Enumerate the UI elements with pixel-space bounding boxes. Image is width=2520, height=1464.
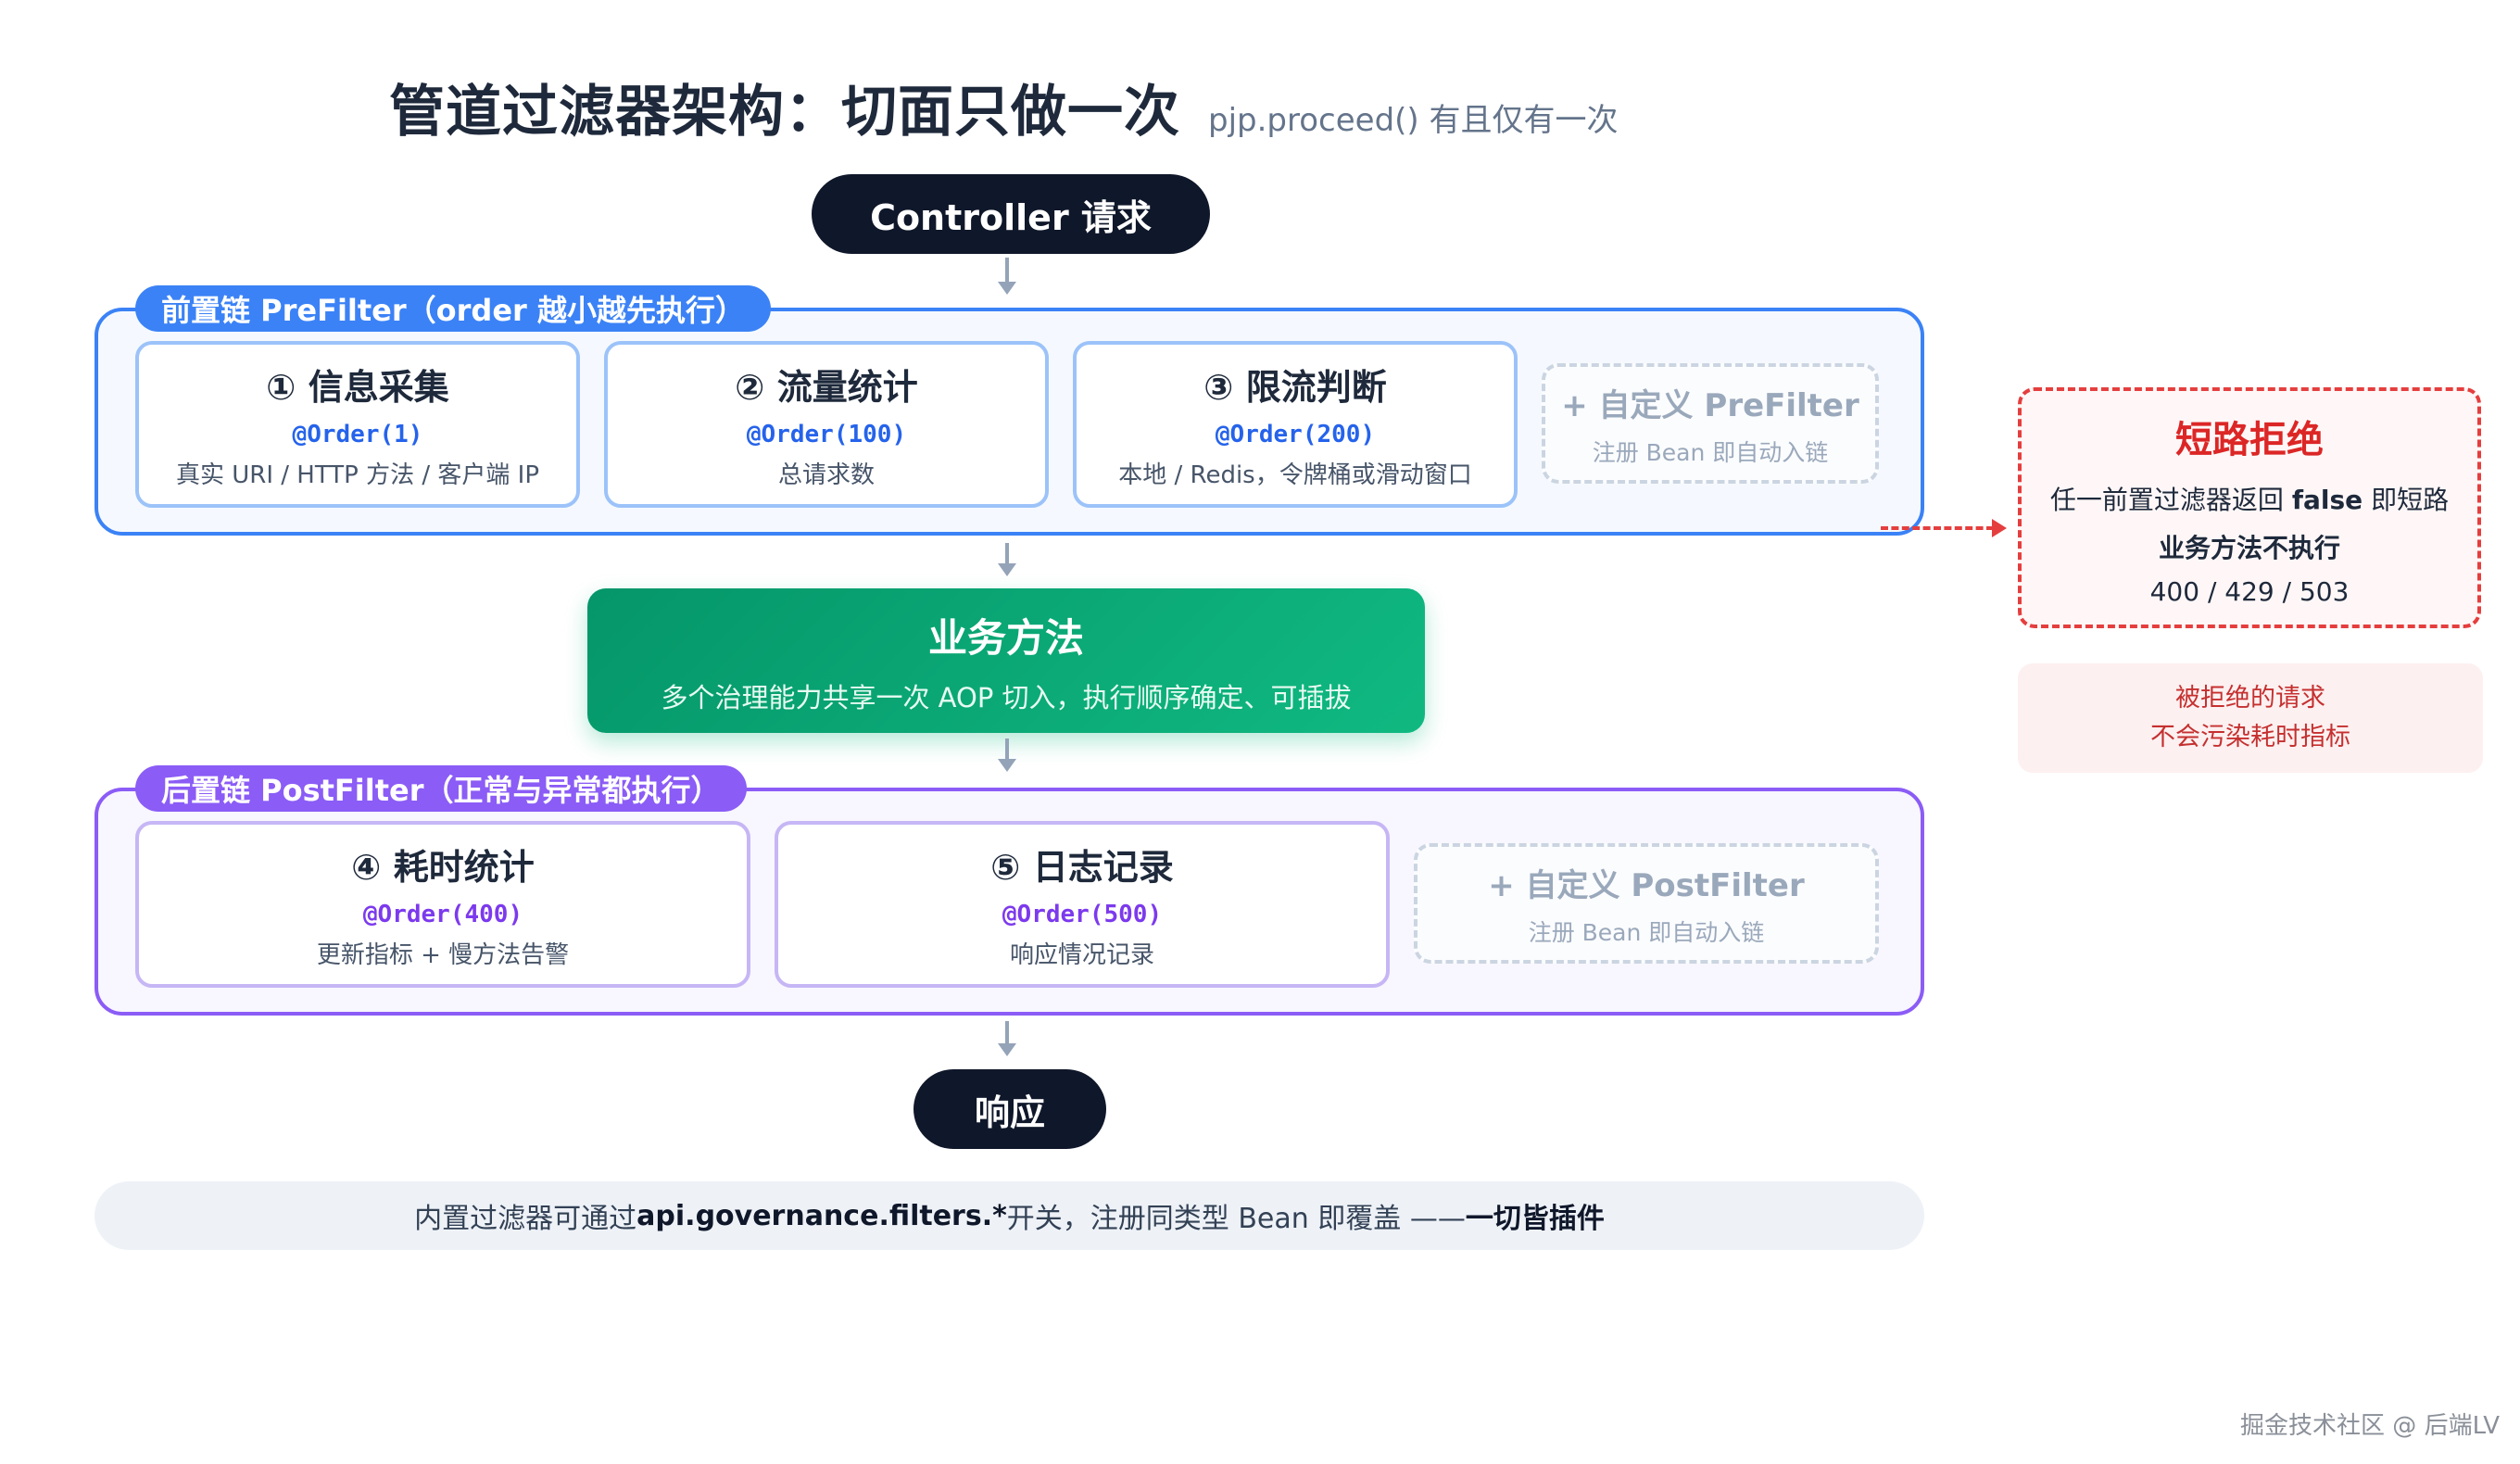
short-circuit-business-skipped: 业务方法不执行	[2158, 532, 2340, 563]
arrow-down-icon	[998, 282, 1016, 295]
business-method-title: 业务方法	[927, 614, 1084, 661]
card-order: @Order(100)	[746, 421, 907, 448]
short-circuit-note-line1: 被拒绝的请求	[2175, 684, 2325, 713]
card-order: @Order(200)	[1215, 421, 1376, 448]
arrow-down-icon	[998, 1043, 1016, 1056]
arrow-right-icon	[1992, 519, 2007, 537]
card-title: ① 信息采集	[266, 367, 449, 408]
card-description: 本地 / Redis，令牌桶或滑动窗口	[1118, 461, 1472, 489]
footer-text: 内置过滤器可通过	[414, 1203, 637, 1235]
connector-line	[1005, 738, 1009, 761]
page-subtitle: pjp.proceed() 有且仅有一次	[1208, 102, 1619, 139]
short-circuit-status-codes: 400 / 429 / 503	[2149, 575, 2350, 607]
connector-line	[1005, 258, 1009, 284]
custom-postfilter-desc: 注册 Bean 即自动入链	[1528, 918, 1765, 946]
card-order: @Order(1)	[292, 421, 423, 448]
card-description: 更新指标 + 慢方法告警	[316, 941, 570, 969]
business-method-node: 业务方法 多个治理能力共享一次 AOP 切入，执行顺序确定、可插拔	[587, 588, 1425, 733]
pre-filter-chain-label: 前置链 PreFilter（order 越小越先执行）	[135, 285, 771, 332]
footer-emphasis: 一切皆插件	[1465, 1203, 1605, 1235]
short-circuit-title: 短路拒绝	[2175, 418, 2324, 461]
card-description: 响应情况记录	[1009, 941, 1154, 969]
card-description: 真实 URI / HTTP 方法 / 客户端 IP	[175, 461, 540, 489]
arrow-down-icon	[998, 759, 1016, 772]
short-circuit-rule: 任一前置过滤器返回 false 即短路	[2050, 480, 2449, 517]
card-title: ④ 耗时统计	[351, 847, 535, 888]
card-description: 总请求数	[777, 461, 875, 489]
short-circuit-rule-text: 任一前置过滤器返回	[2049, 484, 2292, 515]
business-method-desc: 多个治理能力共享一次 AOP 切入，执行顺序确定、可插拔	[661, 681, 1352, 713]
arrow-down-icon	[998, 563, 1016, 576]
short-circuit-rule-text-end: 即短路	[2362, 484, 2450, 515]
connector-line	[1005, 1021, 1009, 1045]
custom-postfilter-placeholder: + 自定义 PostFilter 注册 Bean 即自动入链	[1414, 843, 1879, 964]
short-circuit-connector	[1881, 526, 1994, 530]
response-node: 响应	[914, 1069, 1106, 1149]
card-title: ② 流量统计	[735, 367, 918, 408]
card-order: @Order(400)	[362, 901, 523, 928]
short-circuit-note-line2: 不会污染耗时指标	[2150, 723, 2350, 751]
custom-prefilter-desc: 注册 Bean 即自动入链	[1592, 438, 1829, 466]
title-row: 管道过滤器架构：切面只做一次 pjp.proceed() 有且仅有一次	[389, 67, 1618, 150]
custom-postfilter-title: + 自定义 PostFilter	[1488, 866, 1805, 904]
footer-text-mid: 开关，注册同类型 Bean 即覆盖 ——	[1006, 1203, 1466, 1235]
post-filter-card-latency-stats: ④ 耗时统计 @Order(400) 更新指标 + 慢方法告警	[135, 821, 750, 988]
pre-filter-card-traffic-stats: ② 流量统计 @Order(100) 总请求数	[604, 341, 1049, 508]
card-order: @Order(500)	[1002, 901, 1163, 928]
footer-note: 内置过滤器可通过 api.governance.filters.* 开关，注册同…	[94, 1181, 1924, 1250]
custom-prefilter-title: + 自定义 PreFilter	[1561, 386, 1859, 424]
pre-filter-card-info-collect: ① 信息采集 @Order(1) 真实 URI / HTTP 方法 / 客户端 …	[135, 341, 580, 508]
post-filter-card-logging: ⑤ 日志记录 @Order(500) 响应情况记录	[775, 821, 1390, 988]
card-title: ③ 限流判断	[1203, 367, 1387, 408]
short-circuit-note: 被拒绝的请求 不会污染耗时指标	[2018, 663, 2483, 773]
short-circuit-false-keyword: false	[2291, 484, 2363, 515]
card-title: ⑤ 日志记录	[990, 847, 1174, 888]
connector-line	[1005, 543, 1009, 565]
footer-config-key: api.governance.filters.*	[636, 1199, 1007, 1232]
short-circuit-reject-box: 短路拒绝 任一前置过滤器返回 false 即短路 业务方法不执行 400 / 4…	[2018, 387, 2481, 628]
custom-prefilter-placeholder: + 自定义 PreFilter 注册 Bean 即自动入链	[1542, 363, 1879, 484]
watermark: 掘金技术社区 @ 后端LV	[2240, 1412, 2500, 1440]
post-filter-chain-label: 后置链 PostFilter（正常与异常都执行）	[135, 765, 747, 812]
controller-request-node: Controller 请求	[812, 174, 1210, 254]
page-title: 管道过滤器架构：切面只做一次	[389, 80, 1180, 145]
pre-filter-card-rate-limit: ③ 限流判断 @Order(200) 本地 / Redis，令牌桶或滑动窗口	[1073, 341, 1518, 508]
